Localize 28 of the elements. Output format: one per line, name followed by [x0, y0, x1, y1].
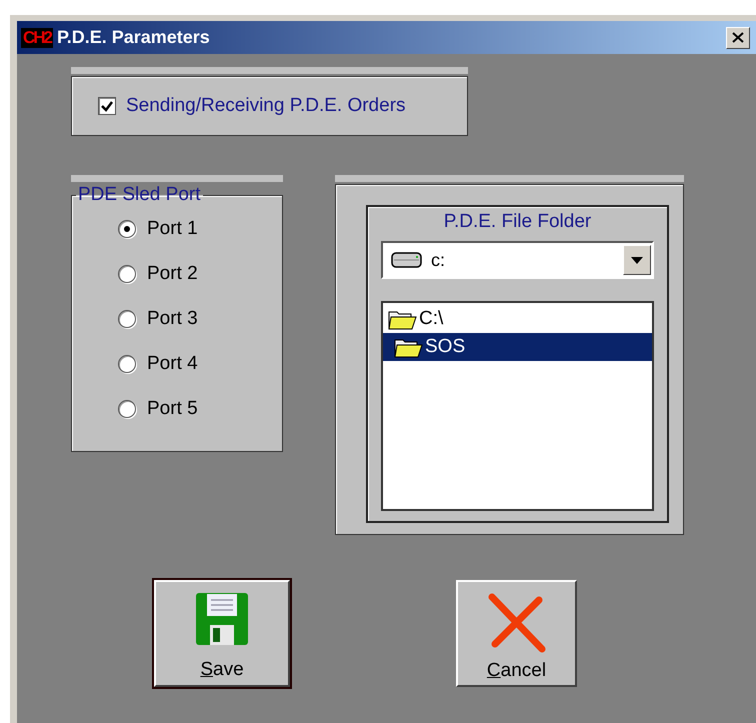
checkbox-label: Sending/Receiving P.D.E. Orders	[126, 95, 406, 117]
radio-button[interactable]	[118, 354, 136, 372]
drive-value: c:	[431, 250, 446, 270]
radio-label: Port 5	[147, 398, 198, 420]
window-title: P.D.E. Parameters	[57, 27, 211, 48]
radio-button[interactable]	[118, 264, 136, 282]
close-button[interactable]	[726, 26, 750, 48]
save-button[interactable]: Save	[154, 580, 290, 687]
group-title: PDE Sled Port	[77, 184, 202, 206]
dropdown-button[interactable]	[623, 245, 651, 275]
radio-button[interactable]	[118, 400, 136, 418]
radio-label: Port 4	[147, 352, 198, 374]
drive-icon	[391, 251, 423, 269]
folder-item[interactable]: C:\	[383, 305, 652, 333]
dropdown-arrow-icon	[631, 256, 643, 264]
radio-button[interactable]	[118, 310, 136, 328]
radio-label: Port 1	[147, 218, 198, 240]
radio-label: Port 2	[147, 262, 198, 284]
folder-title: P.D.E. File Folder	[444, 211, 592, 234]
radio-button[interactable]	[118, 220, 136, 238]
app-logo: CH2	[21, 28, 54, 48]
folder-item[interactable]: SOS	[383, 333, 652, 361]
drive-dropdown[interactable]: c:	[381, 241, 654, 279]
cross-icon	[486, 592, 546, 654]
radio-label: Port 3	[147, 308, 198, 330]
close-icon	[732, 32, 744, 43]
cancel-button[interactable]: Cancel	[456, 580, 577, 687]
checkbox[interactable]	[98, 97, 116, 115]
